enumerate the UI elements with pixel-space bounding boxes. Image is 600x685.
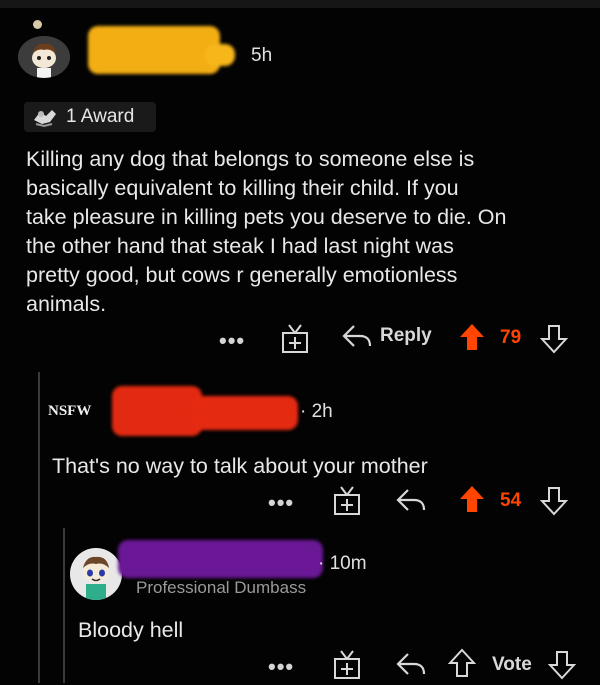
- reply-arrow-icon: [396, 489, 426, 511]
- downvote-arrow-icon: [547, 651, 577, 680]
- user-avatar[interactable]: [70, 548, 122, 600]
- vote-score: 79: [500, 327, 522, 348]
- online-dot: [33, 20, 42, 29]
- user-avatar[interactable]: [18, 36, 70, 78]
- downvote-button[interactable]: [539, 324, 569, 359]
- upvote-button[interactable]: [458, 322, 486, 357]
- snoo-avatar-icon: [70, 548, 122, 600]
- downvote-arrow-icon: [539, 325, 569, 354]
- more-options-button[interactable]: •••: [268, 654, 294, 680]
- upvote-arrow-icon: [460, 324, 484, 350]
- award-badge[interactable]: 1 Award: [24, 102, 156, 132]
- more-options-button[interactable]: •••: [219, 328, 245, 354]
- more-options-button[interactable]: •••: [268, 490, 294, 516]
- downvote-button[interactable]: [539, 486, 569, 521]
- reply-button[interactable]: Reply: [340, 322, 432, 350]
- award-label: 1 Award: [66, 106, 135, 127]
- comment-line: animals.: [26, 292, 107, 316]
- username-redaction: [190, 396, 298, 430]
- downvote-arrow-icon: [539, 487, 569, 516]
- upvote-arrow-icon: [460, 486, 484, 512]
- gift-award-button[interactable]: [330, 484, 364, 521]
- snoo-avatar-icon: [18, 36, 70, 78]
- award-icon: [34, 110, 56, 128]
- user-flair: Professional Dumbass: [136, 578, 307, 597]
- gift-icon: [282, 324, 308, 353]
- username-redaction: [88, 26, 220, 74]
- comment-line: the other hand that steak I had last nig…: [26, 234, 454, 258]
- reply-button[interactable]: [394, 650, 428, 683]
- comment-line: take pleasure in killing pets you deserv…: [26, 205, 507, 229]
- reply-label: Reply: [380, 325, 432, 346]
- comment-body: That's no way to talk about your mother: [52, 454, 428, 478]
- upvote-arrow-icon: [447, 648, 477, 677]
- comment-age: · 10m: [318, 553, 367, 574]
- thread-line: [63, 528, 65, 683]
- comment-age: · 2h: [300, 401, 333, 422]
- reply-arrow-icon: [396, 653, 426, 675]
- gift-icon: [334, 486, 360, 515]
- upvote-button[interactable]: [458, 484, 486, 519]
- gift-award-button[interactable]: [330, 648, 364, 685]
- username-redaction: [118, 540, 323, 578]
- vote-score: 54: [500, 490, 522, 511]
- upvote-button[interactable]: [447, 648, 477, 683]
- comment-line: Killing any dog that belongs to someone …: [26, 147, 475, 171]
- comment-age: 5h: [251, 45, 273, 66]
- downvote-button[interactable]: [547, 650, 577, 685]
- vote-label: Vote: [492, 654, 532, 675]
- comment-line: pretty good, but cows r generally emotio…: [26, 263, 458, 287]
- gift-icon: [334, 650, 360, 679]
- nsfw-tag: NSFW: [48, 403, 92, 419]
- thread-line: [38, 372, 40, 683]
- comment-line: basically equivalent to killing their ch…: [26, 176, 459, 200]
- username-redaction: [205, 44, 235, 66]
- reply-button[interactable]: [394, 486, 428, 519]
- comment-body: Bloody hell: [78, 618, 184, 642]
- username-redaction: [112, 386, 202, 436]
- comment-body: Killing any dog that belongs to someone …: [26, 145, 596, 319]
- top-bar: [0, 0, 600, 8]
- reply-arrow-icon: [342, 325, 372, 347]
- gift-award-button[interactable]: [278, 322, 312, 359]
